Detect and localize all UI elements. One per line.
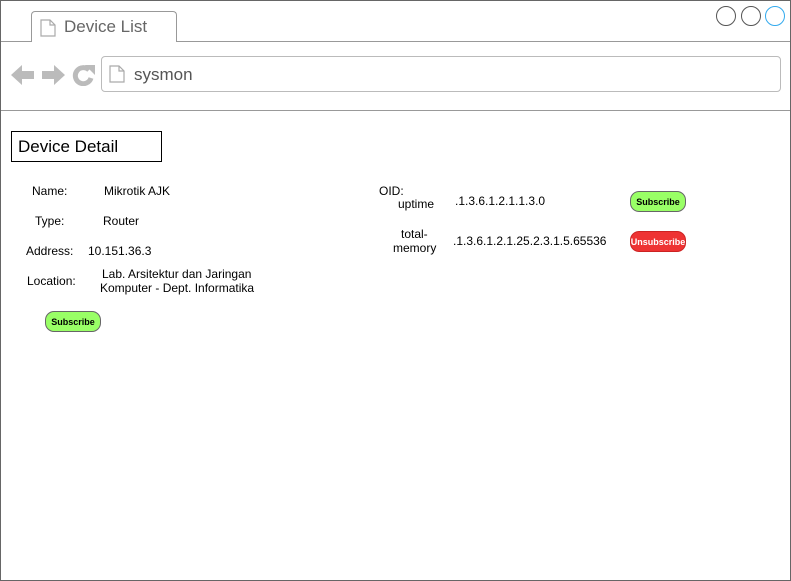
oid-label: OID: bbox=[379, 184, 404, 198]
type-label: Type: bbox=[35, 214, 65, 228]
unsubscribe-total-memory-button[interactable]: Unsubscribe bbox=[630, 231, 686, 252]
page-title: Device Detail bbox=[18, 137, 119, 156]
document-icon bbox=[40, 19, 56, 42]
name-label: Name: bbox=[32, 184, 68, 198]
oid-name-uptime: uptime bbox=[398, 197, 435, 211]
tab-bar: Device List bbox=[1, 1, 790, 42]
type-value: Router bbox=[103, 214, 140, 228]
tab-device-list[interactable]: Device List bbox=[31, 11, 177, 42]
tab-title: Device List bbox=[64, 17, 148, 36]
subscribe-device-button[interactable]: Subscribe bbox=[45, 311, 101, 332]
back-arrow-icon[interactable] bbox=[11, 64, 35, 91]
maximize-button[interactable] bbox=[741, 6, 761, 26]
location-label: Location: bbox=[27, 274, 76, 288]
oid-name-total-memory-line1: total- bbox=[401, 227, 428, 241]
oid-name-total-memory-line2: memory bbox=[393, 241, 437, 255]
location-value-line2: Komputer - Dept. Informatika bbox=[100, 281, 255, 295]
oid-value-uptime: .1.3.6.1.2.1.1.3.0 bbox=[455, 194, 546, 208]
name-value: Mikrotik AJK bbox=[104, 184, 171, 198]
address-label: Address: bbox=[26, 244, 74, 258]
location-value-line1: Lab. Arsitektur dan Jaringan bbox=[102, 267, 252, 281]
minimize-button[interactable] bbox=[716, 6, 736, 26]
device-detail-heading: Device Detail bbox=[11, 131, 162, 162]
forward-arrow-icon[interactable] bbox=[41, 64, 65, 91]
subscribe-uptime-button[interactable]: Subscribe bbox=[630, 191, 686, 212]
page-icon bbox=[109, 65, 125, 88]
navigation-bar: sysmon bbox=[1, 42, 790, 111]
address-value: 10.151.36.3 bbox=[88, 244, 152, 258]
close-button[interactable] bbox=[765, 6, 785, 26]
address-bar[interactable]: sysmon bbox=[101, 56, 781, 92]
address-text: sysmon bbox=[134, 65, 193, 84]
oid-value-total-memory: .1.3.6.1.2.1.25.2.3.1.5.65536 bbox=[453, 234, 607, 248]
reload-icon[interactable] bbox=[72, 64, 96, 91]
browser-window: Device List sysmon Device Detail Name: M… bbox=[0, 0, 791, 581]
